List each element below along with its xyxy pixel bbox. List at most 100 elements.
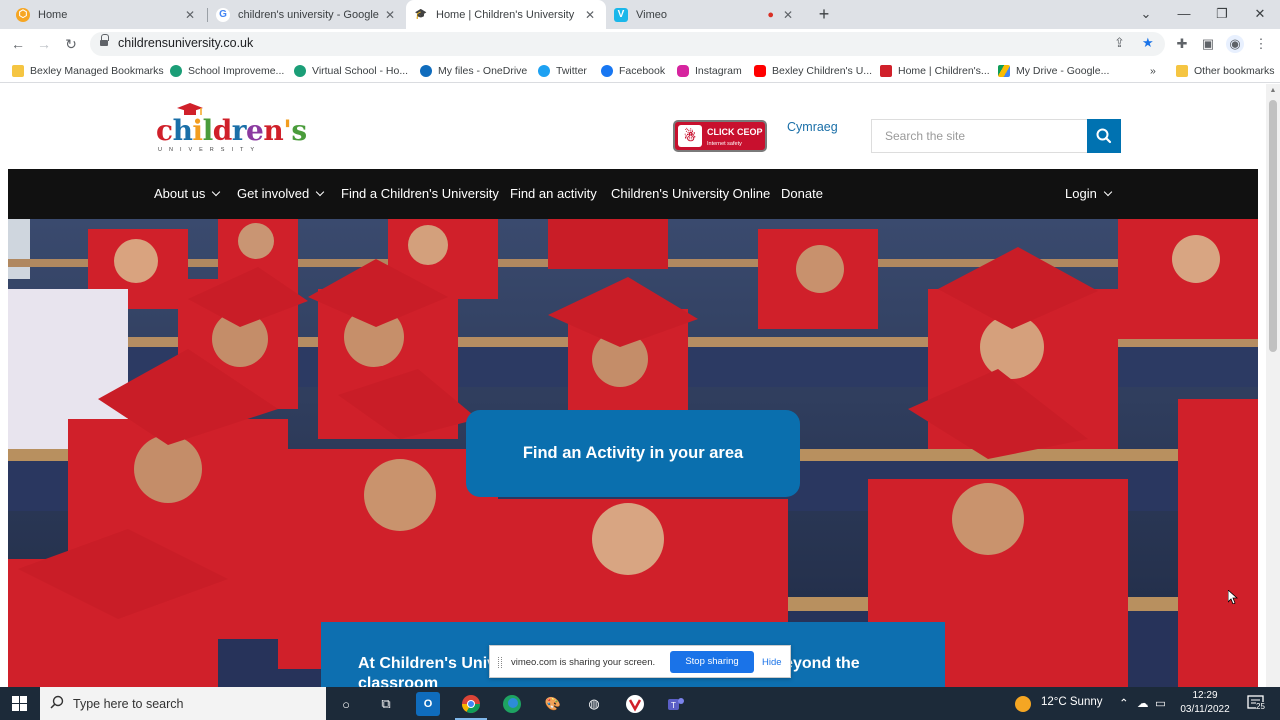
bookmark-item[interactable]: School Improveme... <box>170 63 284 79</box>
system-clock[interactable]: 12:29 03/11/2022 <box>1180 689 1230 717</box>
kebab-menu-icon[interactable]: ⋮ <box>1252 35 1270 53</box>
show-hidden-icons-chevron-icon[interactable]: ⌃ <box>1119 696 1129 710</box>
profile-avatar-icon[interactable]: ◉ <box>1226 35 1244 53</box>
nav-childrens-university-online[interactable]: Children's University Online <box>611 169 770 219</box>
edge-icon[interactable] <box>500 692 524 716</box>
new-tab-button[interactable]: + <box>814 4 834 24</box>
cymraeg-language-link[interactable]: Cymraeg <box>787 120 838 134</box>
tab-childrens-university[interactable]: 🎓 Home | Children's University ✕ <box>406 0 606 29</box>
instagram-icon <box>677 65 689 77</box>
tab-title: Vimeo <box>636 8 667 21</box>
close-icon[interactable]: ✕ <box>582 8 598 22</box>
bookmark-item[interactable]: Instagram <box>677 63 742 79</box>
search-icon <box>1096 128 1112 144</box>
task-view-icon[interactable]: ⧉ <box>374 692 398 716</box>
cortana-icon[interactable]: ○ <box>334 692 358 716</box>
other-bookmarks-folder[interactable]: Other bookmarks <box>1176 63 1275 79</box>
side-panel-icon[interactable]: ▣ <box>1199 35 1217 53</box>
main-navigation: About us Get involved Find a Children's … <box>8 169 1258 219</box>
nav-find-a-childrens-university[interactable]: Find a Children's University <box>341 169 499 219</box>
bookmark-item[interactable]: My Drive - Google... <box>998 63 1109 79</box>
lock-icon <box>100 34 109 47</box>
notifications-icon[interactable]: 25 <box>1246 693 1266 716</box>
bookmarks-bar: Bexley Managed Bookmarks School Improvem… <box>0 59 1280 83</box>
tab-title: children's university - Google Se <box>238 8 382 21</box>
svg-text:T: T <box>671 701 676 710</box>
screen-sharing-bar: vimeo.com is sharing your screen. Stop s… <box>489 645 791 678</box>
extensions-puzzle-icon[interactable]: ✚ <box>1173 35 1191 53</box>
search-icon <box>50 695 64 709</box>
nav-get-involved[interactable]: Get involved <box>237 169 325 219</box>
tab-google-search[interactable]: G children's university - Google Se ✕ <box>208 0 406 29</box>
reload-icon[interactable]: ↻ <box>61 34 81 54</box>
weather-text[interactable]: 12°C Sunny <box>1041 696 1103 708</box>
scrollbar-thumb[interactable] <box>1269 100 1277 352</box>
tab-home[interactable]: ⬡ Home ✕ <box>8 0 206 29</box>
chrome-icon[interactable] <box>455 692 487 720</box>
bookmark-item[interactable]: Home | Children's... <box>880 63 990 79</box>
taskbar-search[interactable]: Type here to search <box>40 687 326 720</box>
folder-icon <box>12 65 24 77</box>
app-icon[interactable] <box>623 692 647 716</box>
childrens-university-favicon-icon: 🎓 <box>414 9 428 20</box>
school-icon <box>294 65 306 77</box>
tab-search-chevron-icon[interactable]: ⌄ <box>1128 0 1164 29</box>
teams-icon[interactable]: T <box>664 692 688 716</box>
scroll-up-arrow-icon[interactable]: ▲ <box>1269 87 1277 95</box>
site-search-button[interactable] <box>1087 119 1121 153</box>
site-search-input[interactable] <box>872 120 1088 152</box>
bookmark-folder[interactable]: Bexley Managed Bookmarks <box>12 63 164 79</box>
weather-icon[interactable] <box>1014 695 1032 716</box>
hero-image: Find an Activity in your area At Childre… <box>8 219 1258 687</box>
minimize-button[interactable]: — <box>1166 0 1202 29</box>
close-icon[interactable]: ✕ <box>382 8 398 22</box>
paint-icon[interactable]: 🎨 <box>541 692 565 716</box>
click-ceop-button[interactable]: ☃ CLICK CEOP Internet safety <box>673 120 767 152</box>
google-drive-icon <box>998 65 1010 77</box>
address-bar[interactable]: childrensuniversity.co.uk ⇪ ★ <box>90 32 1165 56</box>
vimeo-favicon-icon: V <box>614 7 628 22</box>
nav-login[interactable]: Login <box>1065 169 1113 219</box>
onedrive-cloud-icon <box>420 65 432 77</box>
bookmark-star-icon[interactable]: ★ <box>1142 35 1154 51</box>
nav-about-us[interactable]: About us <box>154 169 221 219</box>
more-bookmarks-chevron-icon[interactable]: » <box>1150 63 1156 79</box>
bookmark-item[interactable]: Facebook <box>601 63 665 79</box>
bookmark-item[interactable]: Virtual School - Ho... <box>294 63 408 79</box>
windows-taskbar: Type here to search ○ ⧉ O 🎨 ◍ T 12°C Sun… <box>0 687 1280 720</box>
notification-count: 25 <box>1256 702 1265 711</box>
stop-sharing-button[interactable]: Stop sharing <box>670 651 754 673</box>
close-icon[interactable]: ✕ <box>780 8 796 22</box>
chevron-down-icon <box>316 187 325 197</box>
page-scrollbar[interactable]: ▲ <box>1266 84 1280 687</box>
nav-find-an-activity[interactable]: Find an activity <box>510 169 597 219</box>
childrens-university-logo[interactable]: children's UNIVERSITY <box>156 100 307 156</box>
close-window-button[interactable]: ✕ <box>1242 0 1278 29</box>
wifi-icon[interactable]: ▭ <box>1155 696 1166 710</box>
outlook-icon[interactable]: O <box>416 692 440 716</box>
nav-donate[interactable]: Donate <box>781 169 823 219</box>
google-favicon-icon: G <box>216 7 230 22</box>
site-search <box>871 119 1088 153</box>
share-icon[interactable]: ⇪ <box>1114 35 1125 51</box>
url-text[interactable]: childrensuniversity.co.uk <box>118 36 253 50</box>
forward-arrow-icon[interactable]: → <box>34 34 54 54</box>
bookmark-item[interactable]: Twitter <box>538 63 587 79</box>
bookmark-item[interactable]: My files - OneDrive <box>420 63 527 79</box>
ceop-subtitle: Internet safety <box>707 141 742 147</box>
logo-wordmark: children's <box>156 114 307 147</box>
windows-start-icon[interactable] <box>12 696 28 712</box>
xbox-icon[interactable]: ◍ <box>582 692 606 716</box>
hide-sharing-bar-link[interactable]: Hide <box>762 657 782 668</box>
network-icon[interactable]: ☁ <box>1137 696 1149 710</box>
find-activity-button[interactable]: Find an Activity in your area <box>466 410 800 497</box>
folder-icon <box>1176 65 1188 77</box>
school-icon <box>170 65 182 77</box>
bookmark-item[interactable]: Bexley Children's U... <box>754 63 872 79</box>
home-favicon-icon: ⬡ <box>16 7 30 22</box>
back-arrow-icon[interactable]: ← <box>8 34 28 54</box>
drag-handle-icon[interactable] <box>498 657 502 668</box>
maximize-button[interactable]: ❐ <box>1204 0 1240 29</box>
close-icon[interactable]: ✕ <box>182 8 198 22</box>
tab-vimeo[interactable]: V Vimeo ● ✕ <box>606 0 804 29</box>
